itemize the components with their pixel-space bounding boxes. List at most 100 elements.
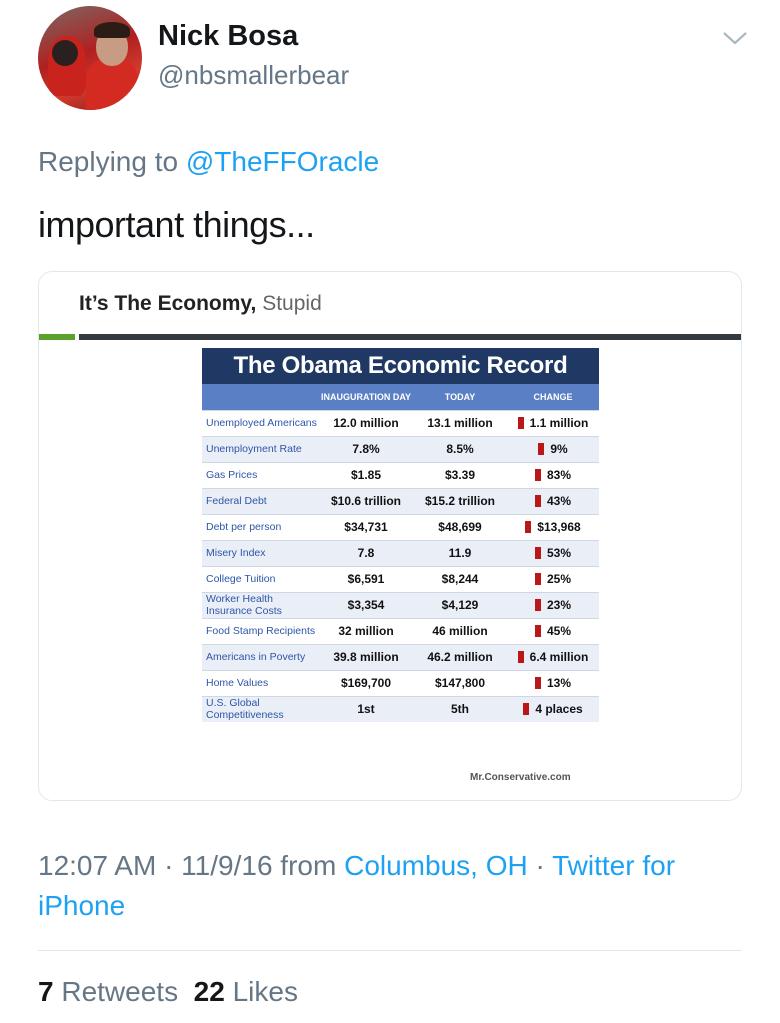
row-label-text: Misery Index <box>206 547 266 559</box>
row-label: Federal Debt <box>202 487 319 514</box>
change-value-text: 23% <box>546 598 572 612</box>
replying-to-prefix: Replying to <box>38 146 186 177</box>
today-value: $15.2 trillion <box>413 487 507 514</box>
inauguration-value: 1st <box>319 695 413 722</box>
change-value-text: 43% <box>546 494 572 508</box>
change-value: 1.1 million <box>507 409 599 436</box>
today-value: 11.9 <box>413 539 507 566</box>
row-label: Food Stamp Recipients <box>202 617 319 644</box>
today-value-text: 46.2 million <box>427 650 493 664</box>
card-title-bold: It’s The Economy, <box>79 292 257 315</box>
today-value-text: 11.9 <box>448 546 472 560</box>
row-label-text: Home Values <box>206 677 269 689</box>
inauguration-value: $1.85 <box>319 461 413 488</box>
user-name[interactable]: Nick Bosa <box>158 20 298 53</box>
change-value-text: $13,968 <box>537 520 581 534</box>
table-row: Worker Health Insurance Costs $3,354 $4,12… <box>202 591 599 618</box>
row-label-text: Americans in Poverty <box>206 651 306 663</box>
up-arrow-icon <box>534 469 541 481</box>
up-arrow-icon <box>534 495 541 507</box>
today-value: $3.39 <box>413 461 507 488</box>
up-arrow-icon <box>534 677 541 689</box>
table-row: Gas Prices $1.85 $3.39 83% <box>202 461 599 488</box>
change-value-text: 4 places <box>535 702 583 717</box>
reply-target-link[interactable]: @TheFFOracle <box>186 146 379 177</box>
today-value-text: $8,244 <box>441 572 479 586</box>
today-value: 46 million <box>413 617 507 644</box>
table-row: Unemployment Rate 7.8% 8.5% 9% <box>202 435 599 462</box>
inauguration-value-text: $3,354 <box>347 598 385 612</box>
user-handle[interactable]: @nbsmallerbear <box>158 60 349 91</box>
today-value-text: $48,699 <box>438 520 482 534</box>
row-label-text: U.S. Global Competitiveness <box>206 697 284 722</box>
up-arrow-icon <box>538 443 545 455</box>
avatar-figure-head <box>52 40 78 66</box>
change-value: 45% <box>507 617 599 644</box>
change-value-text: 13% <box>546 676 572 690</box>
today-value-text: 5th <box>451 702 469 717</box>
inauguration-value: 39.8 million <box>319 643 413 670</box>
chevron-down-icon[interactable] <box>720 28 750 48</box>
row-label: Home Values <box>202 669 319 696</box>
inauguration-value: $169,700 <box>319 669 413 696</box>
row-label-text: Unemployed Americans <box>206 417 317 429</box>
change-value: 83% <box>507 461 599 488</box>
up-arrow-icon <box>523 703 530 716</box>
change-value-text: 1.1 million <box>529 416 589 430</box>
change-value: 53% <box>507 539 599 566</box>
economic-table: The Obama Economic Record INAUGURATION D… <box>202 348 599 722</box>
row-label: Debt per person <box>202 513 319 540</box>
change-value: 13% <box>507 669 599 696</box>
table-row: Americans in Poverty 39.8 million 46.2 mil… <box>202 643 599 670</box>
retweets-label[interactable]: Retweets <box>61 976 178 1007</box>
change-value-text: 45% <box>546 624 572 638</box>
change-value: $13,968 <box>507 513 599 540</box>
inauguration-value-text: $1.85 <box>350 468 382 482</box>
likes-label[interactable]: Likes <box>233 976 298 1007</box>
row-label: Unemployment Rate <box>202 435 319 462</box>
retweets-count[interactable]: 7 <box>38 976 54 1007</box>
today-value: $48,699 <box>413 513 507 540</box>
today-value-text: 8.5% <box>446 442 474 456</box>
inauguration-value: $34,731 <box>319 513 413 540</box>
up-arrow-icon <box>534 573 541 585</box>
change-value-text: 83% <box>546 468 572 482</box>
today-value: $4,129 <box>413 591 507 618</box>
likes-count[interactable]: 22 <box>194 976 225 1007</box>
change-value: 9% <box>507 435 599 462</box>
tweet-stats: 7 Retweets 22 Likes <box>38 976 298 1008</box>
inauguration-value: $6,591 <box>319 565 413 592</box>
inauguration-value: $10.6 trillion <box>319 487 413 514</box>
today-value: $147,800 <box>413 669 507 696</box>
tweet-timestamp: 12:07 AM · 11/9/16 from Columbus, OH · T… <box>38 846 748 926</box>
up-arrow-icon <box>517 417 524 429</box>
inauguration-value-text: 39.8 million <box>333 650 399 664</box>
inauguration-value-text: 7.8 <box>357 546 375 560</box>
table-row: Misery Index 7.8 11.9 53% <box>202 539 599 566</box>
row-label-text: Worker Health Insurance Costs <box>206 593 282 617</box>
up-arrow-icon <box>517 651 524 663</box>
inauguration-value: 7.8% <box>319 435 413 462</box>
media-card[interactable]: It’s The Economy, Stupid The Obama Econo… <box>38 271 742 801</box>
header-change: CHANGE <box>507 384 599 410</box>
location-link[interactable]: Columbus, OH <box>344 850 528 881</box>
row-label-text: Federal Debt <box>206 495 267 507</box>
inauguration-value-text: 1st <box>357 702 375 717</box>
row-label: Worker Health Insurance Costs <box>202 591 319 618</box>
card-title: It’s The Economy, Stupid <box>79 292 322 316</box>
avatar[interactable] <box>38 6 142 110</box>
header-inauguration: INAUGURATION DAY <box>319 384 413 410</box>
up-arrow-icon <box>525 521 532 533</box>
tweet-text: important things... <box>38 204 315 245</box>
inauguration-value: 12.0 million <box>319 409 413 436</box>
table-header-row: INAUGURATION DAY TODAY CHANGE <box>202 384 599 410</box>
today-value-text: 13.1 million <box>427 416 493 430</box>
inauguration-value-text: $6,591 <box>347 572 385 586</box>
avatar-figure-hair <box>94 22 130 38</box>
table-row: College Tuition $6,591 $8,244 25% <box>202 565 599 592</box>
accent-rule <box>39 334 75 340</box>
row-label-text: Gas Prices <box>206 469 258 481</box>
inauguration-value-text: $10.6 trillion <box>330 494 402 508</box>
watermark: Mr.Conservative.com <box>470 772 571 783</box>
today-value: $8,244 <box>413 565 507 592</box>
